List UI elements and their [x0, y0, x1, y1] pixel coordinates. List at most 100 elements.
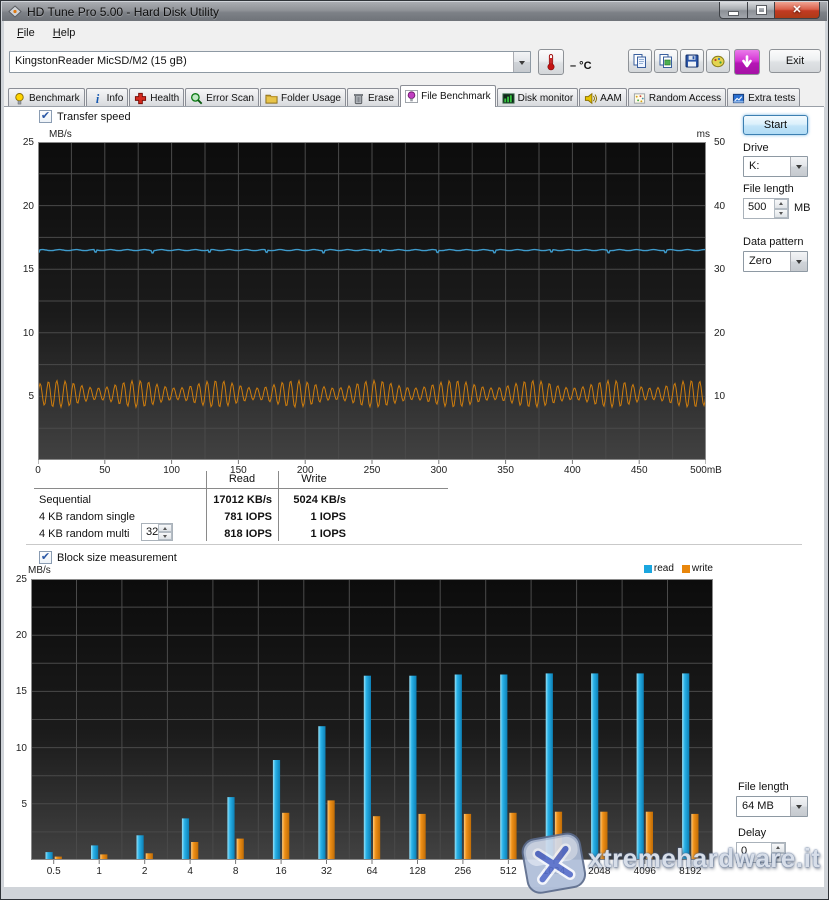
chart-legend: read write: [554, 563, 713, 574]
block-size-checkbox[interactable]: [39, 551, 52, 564]
tab-random-access[interactable]: Random Access: [628, 88, 726, 107]
file-length-spinner[interactable]: 500: [743, 198, 789, 219]
spinner-down-button[interactable]: [774, 209, 788, 219]
drive-select-arrow[interactable]: [513, 52, 530, 72]
menu-file[interactable]: File: [8, 23, 44, 43]
color-options-button[interactable]: [706, 49, 730, 73]
legend-read-label: read: [654, 563, 674, 574]
tab-label: Benchmark: [29, 93, 80, 104]
toolbar: KingstonReader MicSD/M2 (15 gB) – °C: [4, 45, 825, 85]
info-icon: i: [91, 92, 104, 105]
window-controls: ✕: [719, 2, 820, 19]
transfer-speed-checkbox[interactable]: [39, 110, 52, 123]
bar-chart-y-unit: MB/s: [28, 565, 51, 576]
bar-chart-y-tick: 15: [4, 686, 27, 697]
block-size-label: Block size measurement: [57, 552, 177, 564]
bar-chart-y-tick: 10: [4, 743, 27, 754]
block-size-checkbox-row: Block size measurement: [39, 551, 177, 564]
file-benchmark-panel: Transfer speed Read Write Sequential 170…: [4, 106, 824, 887]
top-chart-y2-tick: 20: [714, 328, 740, 339]
disk-monitor-icon: [502, 92, 515, 105]
tab-label: Random Access: [649, 93, 721, 104]
top-chart-y-tick: 10: [6, 328, 34, 339]
top-chart-x-tick: 250: [350, 465, 394, 476]
tab-disk-monitor[interactable]: Disk monitor: [497, 88, 579, 107]
data-pattern-select[interactable]: Zero: [743, 251, 808, 272]
target-drive-select[interactable]: K:: [743, 156, 808, 177]
data-pattern-value: Zero: [744, 252, 790, 271]
capture-download-button[interactable]: [734, 49, 760, 75]
spinner-up-button[interactable]: [774, 199, 788, 209]
tab-benchmark[interactable]: Benchmark: [8, 88, 85, 107]
bar-chart-y-tick: 5: [4, 799, 27, 810]
tab-label: Error Scan: [206, 93, 254, 104]
menu-bar: File Help: [4, 21, 825, 45]
copy-image-icon: [658, 53, 674, 69]
title-bar[interactable]: HD Tune Pro 5.00 - Hard Disk Utility: [2, 2, 827, 21]
top-chart-y-unit: MB/s: [49, 129, 72, 140]
block-length-select-arrow[interactable]: [790, 797, 807, 816]
target-drive-value: K:: [744, 157, 790, 176]
top-chart-y2-tick: 50: [714, 137, 740, 148]
bar-chart-x-tick: 1: [77, 866, 121, 877]
bar-chart-x-tick: 256: [441, 866, 485, 877]
legend-write: write: [682, 563, 713, 574]
chevron-down-icon: [519, 61, 525, 68]
drive-select-arrow[interactable]: [790, 157, 807, 176]
delay-label: Delay: [738, 827, 766, 839]
copy-image-button[interactable]: [654, 49, 678, 73]
minimize-button[interactable]: [719, 2, 748, 19]
read-color-swatch: [644, 565, 652, 573]
folder-icon: [265, 92, 278, 105]
tab-file-benchmark[interactable]: File Benchmark: [400, 85, 495, 107]
top-chart-y2-tick: 10: [714, 391, 740, 402]
pattern-select-arrow[interactable]: [790, 252, 807, 271]
row-label-random-single: 4 KB random single: [39, 511, 135, 523]
menu-help[interactable]: Help: [44, 23, 85, 43]
bulb-purple-icon: [405, 90, 418, 103]
drive-label: Drive: [743, 142, 769, 154]
svg-text:i: i: [95, 92, 99, 105]
top-chart-x-tick: 200: [283, 465, 327, 476]
tab-extra-tests[interactable]: Extra tests: [727, 88, 800, 107]
drive-select[interactable]: KingstonReader MicSD/M2 (15 gB): [9, 51, 531, 73]
top-chart-y2-unit: ms: [684, 129, 710, 140]
tab-bar: Benchmark i Info Health Error Scan Folde…: [4, 85, 825, 107]
copy-text-button[interactable]: [628, 49, 652, 73]
section-separator: [26, 544, 802, 546]
exit-button[interactable]: Exit: [769, 49, 821, 73]
close-button[interactable]: ✕: [775, 2, 820, 19]
tab-label: Erase: [368, 93, 394, 104]
bar-chart-x-tick: 64: [350, 866, 394, 877]
sequential-read-value: 17012 KB/s: [154, 494, 272, 506]
block-file-length-label: File length: [738, 781, 789, 793]
thermometer-icon: [543, 53, 559, 71]
tab-error-scan[interactable]: Error Scan: [185, 88, 259, 107]
tab-aam[interactable]: AAM: [579, 88, 627, 107]
app-window: HD Tune Pro 5.00 - Hard Disk Utility ✕ F…: [0, 0, 829, 900]
tab-label: Info: [107, 93, 124, 104]
legend-write-label: write: [692, 563, 713, 574]
extra-tests-icon: [732, 92, 745, 105]
block-file-length-select[interactable]: 64 MB: [736, 796, 808, 817]
speaker-icon: [584, 92, 597, 105]
file-length-unit: MB: [794, 202, 811, 214]
tab-erase[interactable]: Erase: [347, 88, 399, 107]
tab-health[interactable]: Health: [129, 88, 184, 107]
down-arrow-icon: [779, 212, 783, 217]
transfer-speed-label: Transfer speed: [57, 111, 131, 123]
tab-info[interactable]: i Info: [86, 88, 129, 107]
tab-label: Folder Usage: [281, 93, 341, 104]
tab-folder-usage[interactable]: Folder Usage: [260, 88, 346, 107]
top-chart-y-tick: 20: [6, 201, 34, 212]
legend-read: read: [644, 563, 674, 574]
bar-chart-y-tick: 25: [4, 574, 27, 585]
download-arrow-icon: [739, 54, 755, 70]
save-button[interactable]: [680, 49, 704, 73]
row-label-sequential: Sequential: [39, 494, 91, 506]
close-icon: ✕: [792, 5, 801, 16]
palette-icon: [710, 53, 726, 69]
maximize-button[interactable]: [748, 2, 775, 19]
start-button[interactable]: Start: [743, 115, 808, 135]
temperature-button[interactable]: [538, 49, 564, 75]
